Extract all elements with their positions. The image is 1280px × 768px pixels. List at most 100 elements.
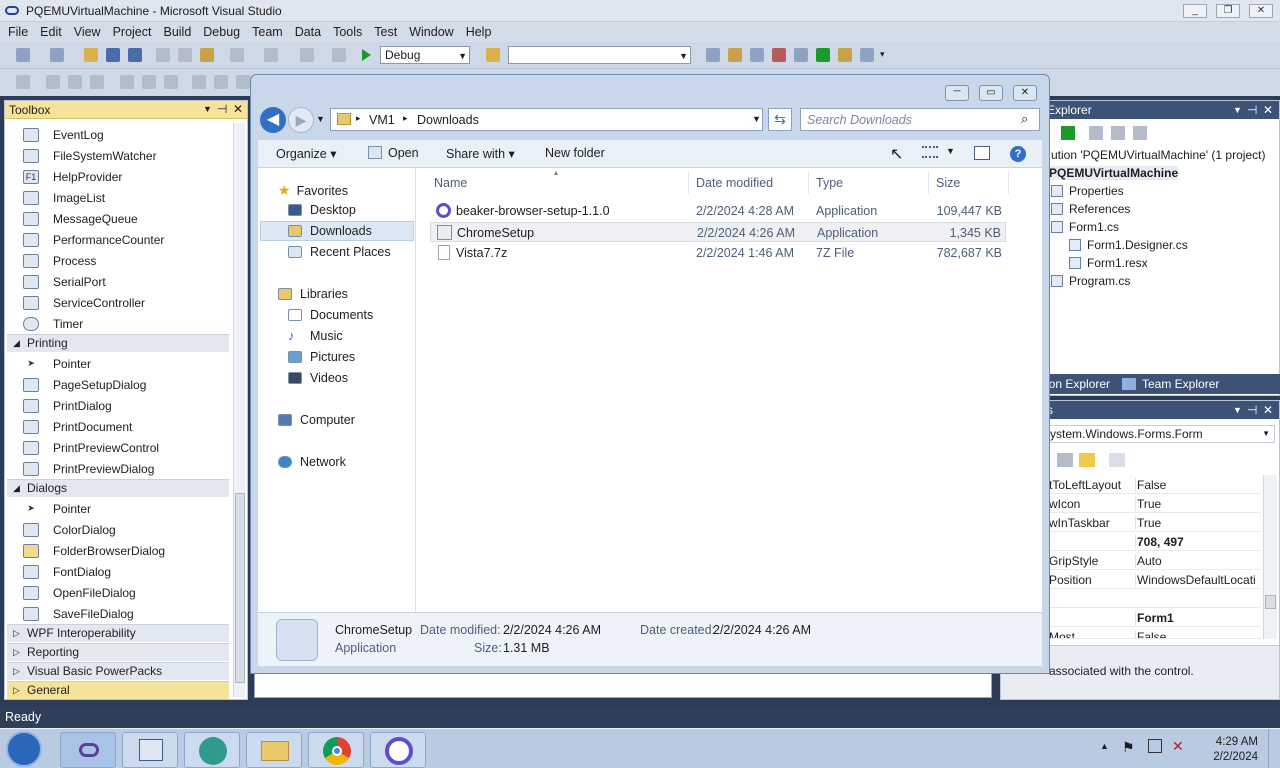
align-middles-icon[interactable] — [142, 75, 156, 89]
tree-item-form1-resx[interactable]: Form1.resx — [1069, 256, 1148, 270]
preview-pane-icon[interactable] — [974, 146, 990, 160]
properties-window-icon[interactable] — [728, 48, 742, 62]
toolbox-item[interactable]: SerialPort — [23, 271, 106, 292]
copy-icon[interactable] — [178, 48, 192, 62]
tree-item-references[interactable]: References — [1051, 202, 1130, 216]
address-dropdown-icon[interactable]: ▼ — [752, 114, 761, 124]
menu-view[interactable]: View — [68, 22, 107, 42]
toolbox-category-general[interactable]: ▷ General — [7, 681, 229, 699]
make-same-width-icon[interactable] — [192, 75, 206, 89]
tree-item-form1[interactable]: Form1.cs — [1051, 220, 1119, 234]
tree-item-program[interactable]: Program.cs — [1051, 274, 1130, 288]
taskbar-beaker[interactable] — [370, 732, 426, 768]
forward-button[interactable]: ▶ — [288, 107, 314, 133]
toolbox-category-dialogs[interactable]: ◢ Dialogs — [7, 479, 229, 497]
panel-dropdown-icon[interactable]: ▼ — [1233, 401, 1242, 419]
column-separator[interactable] — [928, 172, 929, 194]
menu-edit[interactable]: Edit — [34, 22, 68, 42]
panel-close-icon[interactable]: ✕ — [1263, 401, 1273, 419]
toolbox-item[interactable]: ColorDialog — [23, 519, 116, 540]
properties-object-combo[interactable]: ystem.Windows.Forms.Form ▼ — [1047, 425, 1275, 443]
tree-item-form1-designer[interactable]: Form1.Designer.cs — [1069, 238, 1188, 252]
toolbox-item[interactable]: PrintPreviewDialog — [23, 458, 154, 479]
save-icon[interactable] — [106, 48, 120, 62]
toolbox-item[interactable]: ServiceController — [23, 292, 145, 313]
align-to-grid-icon[interactable] — [16, 75, 30, 89]
column-separator[interactable] — [1008, 172, 1009, 194]
column-separator[interactable] — [808, 172, 809, 194]
help-icon[interactable]: ? — [1010, 146, 1026, 162]
categorized-icon[interactable] — [1057, 453, 1073, 467]
nav-music[interactable]: ♪ Music — [288, 329, 343, 343]
toolbox-item[interactable]: Timer — [23, 313, 83, 334]
panel-pin-icon[interactable]: ⊣ — [1247, 401, 1257, 419]
taskbar-visual-studio[interactable] — [60, 732, 116, 768]
toolbox-item[interactable]: Process — [23, 250, 96, 271]
save-all-icon[interactable] — [128, 48, 142, 62]
refresh-icon[interactable] — [1061, 126, 1075, 140]
file-row[interactable]: Vista7.7z 2/2/2024 1:46 AM 7Z File 782,6… — [430, 243, 1006, 263]
explorer-close-button[interactable]: ✕ — [1013, 85, 1037, 101]
show-desktop-button[interactable] — [1268, 729, 1280, 768]
toolbox-close-icon[interactable]: ✕ — [233, 102, 243, 116]
start-button-icon[interactable] — [6, 731, 42, 767]
explorer-maximize-button[interactable]: ▭ — [979, 85, 1003, 101]
object-browser-icon[interactable] — [750, 48, 764, 62]
navigate-backward-icon[interactable] — [300, 48, 314, 62]
property-pages-icon[interactable] — [1109, 453, 1125, 467]
show-all-files-icon[interactable] — [1089, 126, 1103, 140]
explorer-minimize-button[interactable]: ─ — [945, 85, 969, 101]
solution-configuration-combo[interactable]: Debug ▼ — [380, 46, 470, 64]
change-view-icon[interactable] — [922, 146, 938, 158]
toolbox-item[interactable]: F1 HelpProvider — [23, 166, 122, 187]
make-same-height-icon[interactable] — [214, 75, 228, 89]
volume-muted-icon[interactable]: ✕ — [1172, 738, 1184, 755]
system-clock[interactable]: 4:29 AM 2/2/2024 — [1213, 735, 1258, 765]
panel-close-icon[interactable]: ✕ — [1263, 101, 1273, 119]
tab-team-explorer[interactable]: Team Explorer — [1142, 377, 1219, 391]
toolbox-item[interactable]: EventLog — [23, 124, 104, 145]
back-button[interactable]: ◀ — [260, 107, 286, 133]
toolbox-item[interactable]: PrintDialog — [23, 395, 112, 416]
nav-recent-places[interactable]: Recent Places — [288, 245, 391, 259]
refresh-button[interactable]: ⇆ — [768, 108, 792, 131]
class-diagram-icon[interactable] — [1133, 126, 1147, 140]
column-separator[interactable] — [688, 172, 689, 194]
menu-team[interactable]: Team — [246, 22, 289, 42]
taskbar-vm-app[interactable] — [122, 732, 178, 768]
toolbox-category-printing[interactable]: ◢ Printing — [7, 334, 229, 352]
nav-documents[interactable]: Documents — [288, 308, 373, 322]
toolbox-category-vb-powerpacks[interactable]: ▷ Visual Basic PowerPacks — [7, 662, 229, 680]
cut-icon[interactable] — [156, 48, 170, 62]
menu-window[interactable]: Window — [403, 22, 459, 42]
redo-icon[interactable] — [264, 48, 278, 62]
toolbar-overflow-icon[interactable]: ▾ — [880, 49, 885, 60]
open-button[interactable]: Open — [388, 146, 419, 160]
toolbox-category-wpf[interactable]: ▷ WPF Interoperability — [7, 624, 229, 642]
nav-videos[interactable]: Videos — [288, 371, 348, 385]
nav-favorites[interactable]: ★ Favorites — [278, 182, 348, 199]
nav-computer[interactable]: Computer — [278, 413, 355, 427]
toolbox-item[interactable]: SaveFileDialog — [23, 603, 134, 624]
menu-debug[interactable]: Debug — [197, 22, 246, 42]
open-file-icon[interactable] — [84, 48, 98, 62]
toolbox-scrollbar[interactable] — [233, 123, 245, 697]
menu-build[interactable]: Build — [157, 22, 197, 42]
align-tops-icon[interactable] — [120, 75, 134, 89]
toolbox-item[interactable]: OpenFileDialog — [23, 582, 136, 603]
project-node[interactable]: PQEMUVirtualMachine — [1049, 166, 1179, 180]
nav-pictures[interactable]: Pictures — [288, 350, 355, 364]
view-code-icon[interactable] — [1111, 126, 1125, 140]
column-header-date[interactable]: Date modified — [696, 176, 773, 190]
toolbox-pin-icon[interactable]: ⊣ — [217, 102, 227, 116]
new-project-icon[interactable] — [16, 48, 30, 62]
taskbar-file-explorer[interactable] — [246, 732, 302, 768]
column-header-size[interactable]: Size — [936, 176, 960, 190]
menu-tools[interactable]: Tools — [327, 22, 368, 42]
toolbox-dropdown-icon[interactable]: ▼ — [203, 104, 212, 114]
navigate-forward-icon[interactable] — [332, 48, 346, 62]
menu-help[interactable]: Help — [460, 22, 498, 42]
toolbox-item[interactable]: ImageList — [23, 187, 105, 208]
toolbox-item[interactable]: PageSetupDialog — [23, 374, 146, 395]
start-debugging-icon[interactable] — [362, 49, 371, 61]
